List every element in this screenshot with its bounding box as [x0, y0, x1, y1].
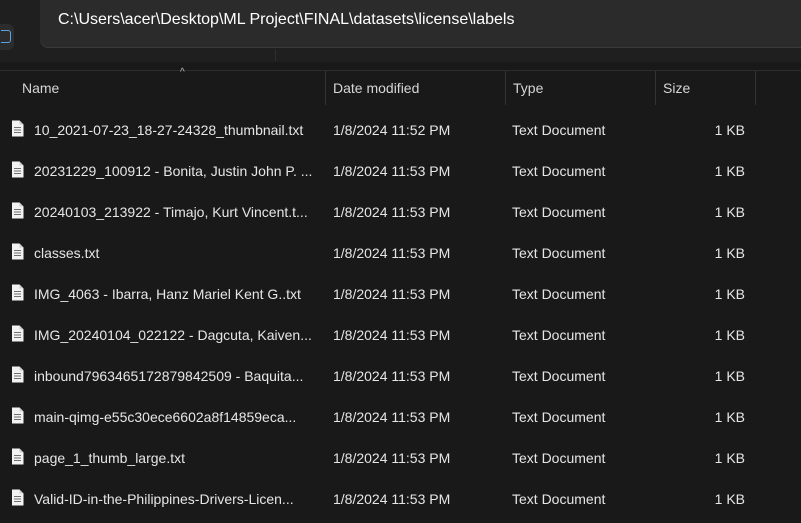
- file-size: 1 KB: [714, 327, 745, 343]
- file-size: 1 KB: [714, 450, 745, 466]
- text-file-icon: [12, 284, 24, 301]
- file-type: Text Document: [512, 491, 606, 507]
- file-size: 1 KB: [714, 163, 745, 179]
- file-type: Text Document: [512, 245, 606, 261]
- file-name: page_1_thumb_large.txt: [34, 450, 185, 466]
- file-row[interactable]: IMG_4063 - Ibarra, Hanz Mariel Kent G..t…: [0, 274, 801, 315]
- file-type: Text Document: [512, 204, 606, 220]
- file-name: 20231229_100912 - Bonita, Justin John P.…: [34, 163, 313, 179]
- file-name: inbound7963465172879842509 - Baquita...: [34, 368, 304, 384]
- file-row[interactable]: 10_2021-07-23_18-27-24328_thumbnail.txt …: [0, 110, 801, 151]
- file-size: 1 KB: [714, 245, 745, 261]
- file-row[interactable]: 20231229_100912 - Bonita, Justin John P.…: [0, 151, 801, 192]
- title-area: C:\Users\acer\Desktop\ML Project\FINAL\d…: [0, 0, 801, 62]
- column-header-date-modified[interactable]: Date modified: [326, 71, 506, 105]
- toolbar-divider: [275, 49, 276, 61]
- file-date-modified: 1/8/2024 11:53 PM: [333, 491, 451, 507]
- file-date-modified: 1/8/2024 11:53 PM: [333, 409, 451, 425]
- column-size-label: Size: [663, 80, 691, 96]
- text-file-icon: [12, 448, 24, 465]
- file-row[interactable]: 20240103_213922 - Timajo, Kurt Vincent.t…: [0, 192, 801, 233]
- file-size: 1 KB: [714, 409, 745, 425]
- column-name-label: Name: [22, 80, 60, 96]
- file-size: 1 KB: [714, 286, 745, 302]
- file-row[interactable]: IMG_20240104_022122 - Dagcuta, Kaiven...…: [0, 315, 801, 356]
- column-date-label: Date modified: [333, 80, 420, 96]
- file-size: 1 KB: [714, 491, 745, 507]
- file-date-modified: 1/8/2024 11:53 PM: [333, 368, 451, 384]
- text-file-icon: [12, 366, 24, 383]
- text-file-icon: [12, 489, 24, 506]
- file-type: Text Document: [512, 163, 606, 179]
- file-date-modified: 1/8/2024 11:53 PM: [333, 327, 451, 343]
- panel-icon: [1, 30, 11, 43]
- file-row[interactable]: page_1_thumb_large.txt 1/8/2024 11:53 PM…: [0, 438, 801, 479]
- text-file-icon: [12, 161, 24, 178]
- file-row[interactable]: Valid-ID-in-the-Philippines-Drivers-Lice…: [0, 479, 801, 520]
- file-row[interactable]: main-qimg-e55c30ece6602a8f14859eca... 1/…: [0, 397, 801, 438]
- column-header-row: Name ^ Date modified Type Size: [0, 67, 801, 105]
- file-name: IMG_4063 - Ibarra, Hanz Mariel Kent G..t…: [34, 286, 301, 302]
- file-name: 20240103_213922 - Timajo, Kurt Vincent.t…: [34, 204, 308, 220]
- text-file-icon: [12, 325, 24, 342]
- file-date-modified: 1/8/2024 11:53 PM: [333, 286, 451, 302]
- file-size: 1 KB: [714, 368, 745, 384]
- column-header-size[interactable]: Size: [656, 71, 756, 105]
- file-date-modified: 1/8/2024 11:53 PM: [333, 204, 451, 220]
- address-path[interactable]: C:\Users\acer\Desktop\ML Project\FINAL\d…: [58, 11, 514, 29]
- file-name: classes.txt: [34, 245, 100, 261]
- file-row[interactable]: classes.txt 1/8/2024 11:53 PM Text Docum…: [0, 233, 801, 274]
- text-file-icon: [12, 407, 24, 424]
- file-size: 1 KB: [714, 204, 745, 220]
- column-header-name[interactable]: Name ^: [15, 67, 326, 105]
- file-type: Text Document: [512, 409, 606, 425]
- text-file-icon: [12, 243, 24, 260]
- file-type: Text Document: [512, 122, 606, 138]
- text-file-icon: [12, 202, 24, 219]
- side-panel-toggle[interactable]: [0, 24, 14, 50]
- file-name: main-qimg-e55c30ece6602a8f14859eca...: [34, 409, 297, 425]
- text-file-icon: [12, 120, 24, 137]
- file-date-modified: 1/8/2024 11:53 PM: [333, 163, 451, 179]
- column-header-type[interactable]: Type: [506, 71, 656, 105]
- file-row[interactable]: inbound7963465172879842509 - Baquita... …: [0, 356, 801, 397]
- address-bar[interactable]: C:\Users\acer\Desktop\ML Project\FINAL\d…: [40, 0, 801, 47]
- file-type: Text Document: [512, 368, 606, 384]
- file-type: Text Document: [512, 450, 606, 466]
- file-name: 10_2021-07-23_18-27-24328_thumbnail.txt: [34, 122, 304, 138]
- file-date-modified: 1/8/2024 11:53 PM: [333, 245, 451, 261]
- file-size: 1 KB: [714, 122, 745, 138]
- file-name: Valid-ID-in-the-Philippines-Drivers-Lice…: [34, 491, 294, 507]
- file-date-modified: 1/8/2024 11:52 PM: [333, 122, 451, 138]
- sort-ascending-icon: ^: [180, 67, 185, 78]
- file-name: IMG_20240104_022122 - Dagcuta, Kaiven...: [34, 327, 312, 343]
- column-type-label: Type: [513, 80, 544, 96]
- file-type: Text Document: [512, 327, 606, 343]
- file-date-modified: 1/8/2024 11:53 PM: [333, 450, 451, 466]
- file-type: Text Document: [512, 286, 606, 302]
